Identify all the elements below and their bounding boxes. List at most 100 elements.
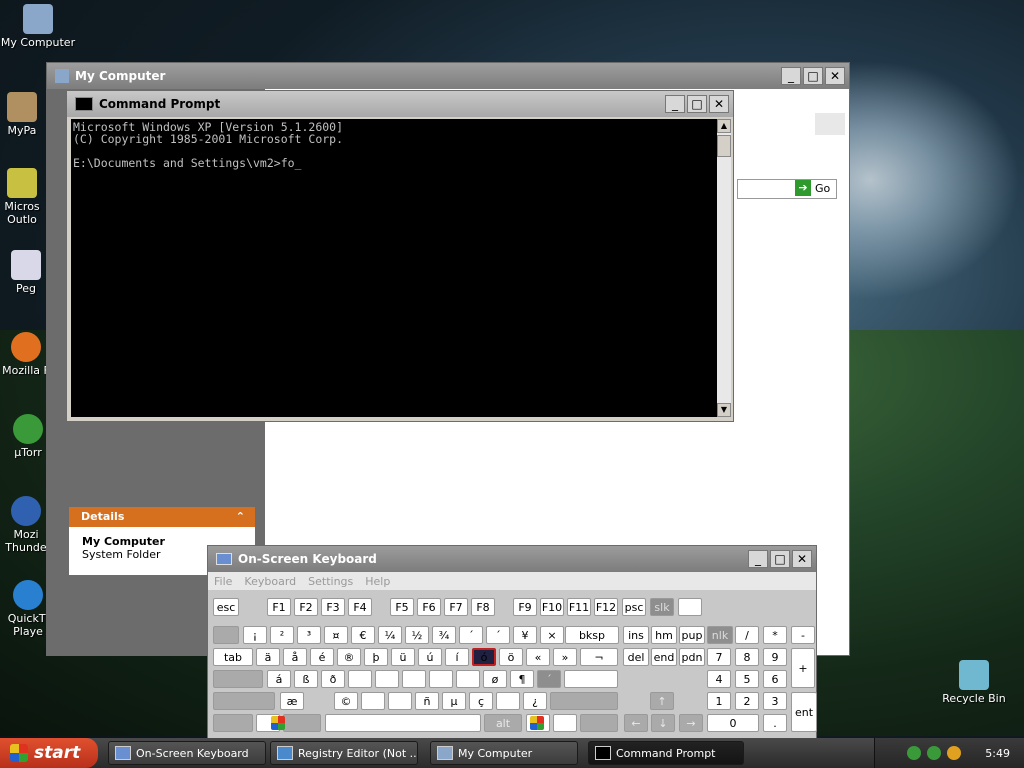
key-row4-8[interactable] (496, 692, 520, 710)
key-row1-10[interactable]: ´ (486, 626, 510, 644)
key-row1-18[interactable]: / (735, 626, 759, 644)
key-row3-0[interactable] (213, 670, 263, 688)
key-row3-10[interactable]: ¶ (510, 670, 534, 688)
maximize-button[interactable]: □ (803, 67, 823, 85)
key-row1-11[interactable]: ¥ (513, 626, 537, 644)
key-row_f-8[interactable]: F8 (471, 598, 495, 616)
key-row2-13[interactable]: ¬ (580, 648, 618, 666)
menu-help[interactable]: Help (365, 575, 390, 588)
key-row1-1[interactable]: ¡ (243, 626, 267, 644)
key-row2-11[interactable]: « (526, 648, 550, 666)
key-row_f-11[interactable]: F11 (567, 598, 591, 616)
key-row1-8[interactable]: ¾ (432, 626, 456, 644)
key-row3-7[interactable] (429, 670, 453, 688)
key-row4-0[interactable] (213, 692, 275, 710)
key-row2-2[interactable]: å (283, 648, 307, 666)
key-row5-9[interactable]: ↓ (651, 714, 675, 732)
key-row4-15[interactable]: ent (791, 692, 817, 732)
key-row3-2[interactable]: ß (294, 670, 318, 688)
command-prompt-titlebar[interactable]: Command Prompt _ □ ✕ (67, 91, 733, 117)
key-row5-7[interactable] (580, 714, 618, 732)
key-row1-4[interactable]: ¤ (324, 626, 348, 644)
key-row2-7[interactable]: ú (418, 648, 442, 666)
key-row2-15[interactable]: end (651, 648, 677, 666)
key-row5-4[interactable]: alt (484, 714, 522, 732)
key-row2-6[interactable]: ü (391, 648, 415, 666)
taskbar-item-my-computer[interactable]: My Computer (430, 741, 578, 765)
key-row1-19[interactable]: * (763, 626, 787, 644)
key-row4-3[interactable] (361, 692, 385, 710)
key-row_f-13[interactable]: psc (622, 598, 646, 616)
key-row4-1[interactable]: æ (280, 692, 304, 710)
key-row4-6[interactable]: µ (442, 692, 466, 710)
key-row2-8[interactable]: í (445, 648, 469, 666)
key-row1-5[interactable]: € (351, 626, 375, 644)
key-row2-18[interactable]: 8 (735, 648, 759, 666)
key-row3-4[interactable] (348, 670, 372, 688)
key-row3-15[interactable]: 6 (763, 670, 787, 688)
key-row_f-5[interactable]: F5 (390, 598, 414, 616)
key-row_f-10[interactable]: F10 (540, 598, 564, 616)
chevron-up-icon[interactable]: ⌃ (236, 507, 245, 527)
taskbar-item-osk[interactable]: On-Screen Keyboard (108, 741, 266, 765)
key-row4-12[interactable]: 1 (707, 692, 731, 710)
key-row2-0[interactable]: tab (213, 648, 253, 666)
key-row3-3[interactable]: ð (321, 670, 345, 688)
details-header[interactable]: Details ⌃ (69, 507, 255, 527)
key-row2-16[interactable]: pdn (679, 648, 705, 666)
key-row3-1[interactable]: á (267, 670, 291, 688)
key-row2-9[interactable]: ó (472, 648, 496, 666)
key-row_f-14[interactable]: slk (650, 598, 674, 616)
minimize-button[interactable]: _ (665, 95, 685, 113)
key-row3-14[interactable]: 5 (735, 670, 759, 688)
key-row1-9[interactable]: ´ (459, 626, 483, 644)
go-button[interactable]: ➔ Go (795, 180, 830, 196)
key-row4-5[interactable]: ñ (415, 692, 439, 710)
key-row_f-1[interactable]: F1 (267, 598, 291, 616)
desktop-icon-my-computer[interactable]: My Computer (0, 4, 76, 49)
key-row1-2[interactable]: ² (270, 626, 294, 644)
maximize-button[interactable]: □ (687, 95, 707, 113)
menu-keyboard[interactable]: Keyboard (244, 575, 296, 588)
key-row5-8[interactable]: ← (624, 714, 648, 732)
scroll-thumb[interactable] (717, 135, 731, 157)
key-row3-9[interactable]: ø (483, 670, 507, 688)
close-button[interactable]: ✕ (709, 95, 729, 113)
key-row1-16[interactable]: pup (679, 626, 705, 644)
desktop-icon-outlook[interactable]: Micros Outlo (0, 168, 52, 226)
network-icon[interactable] (927, 746, 942, 760)
start-button[interactable]: start (0, 738, 98, 768)
key-row1-14[interactable]: ins (623, 626, 649, 644)
key-row4-14[interactable]: 3 (763, 692, 787, 710)
key-row2-12[interactable]: » (553, 648, 577, 666)
key-row5-12[interactable]: . (763, 714, 787, 732)
close-button[interactable]: ✕ (825, 67, 845, 85)
key-row3-11[interactable]: ´ (537, 670, 561, 688)
key-row_f-9[interactable]: F9 (513, 598, 537, 616)
key-row1-13[interactable]: bksp (565, 626, 619, 644)
key-row1-12[interactable]: × (540, 626, 564, 644)
desktop-icon-mypa[interactable]: MyPa (0, 92, 52, 137)
key-row3-8[interactable] (456, 670, 480, 688)
key-row4-11[interactable]: ↑ (650, 692, 674, 710)
key-row4-7[interactable]: ç (469, 692, 493, 710)
key-row1-17[interactable]: nlk (707, 626, 733, 644)
console-output[interactable]: Microsoft Windows XP [Version 5.1.2600](… (71, 119, 717, 417)
key-row_f-7[interactable]: F7 (444, 598, 468, 616)
key-row5-10[interactable]: → (679, 714, 703, 732)
key-row_f-0[interactable]: esc (213, 598, 239, 616)
key-row2-4[interactable]: ® (337, 648, 361, 666)
key-row1-3[interactable]: ³ (297, 626, 321, 644)
key-row2-14[interactable]: del (623, 648, 649, 666)
key-row5-6[interactable] (553, 714, 577, 732)
osk-titlebar[interactable]: On-Screen Keyboard _ □ ✕ (208, 546, 816, 572)
key-row2-19[interactable]: 9 (763, 648, 787, 666)
key-row4-2[interactable]: © (334, 692, 358, 710)
key-row5-2[interactable] (283, 714, 321, 732)
utorrent-icon[interactable] (907, 746, 922, 760)
taskbar-item-registry[interactable]: Registry Editor (Not ... (270, 741, 418, 765)
key-row1-20[interactable]: - (791, 626, 815, 644)
key-row4-9[interactable]: ¿ (523, 692, 547, 710)
key-row1-6[interactable]: ¼ (378, 626, 402, 644)
key-row_f-6[interactable]: F6 (417, 598, 441, 616)
